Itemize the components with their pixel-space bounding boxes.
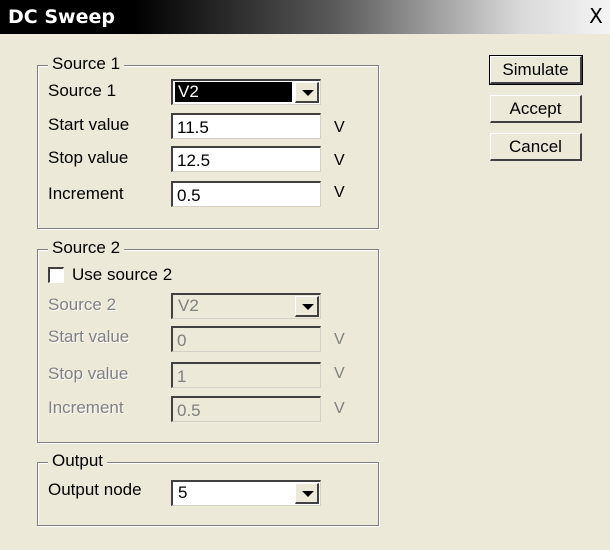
source2-stop-label: Stop value	[48, 364, 129, 383]
simulate-button[interactable]: Simulate	[489, 55, 583, 85]
output-node-value: 5	[178, 483, 188, 502]
source2-start-label: Start value	[48, 327, 130, 346]
output-group: Output Output node 5	[37, 451, 379, 526]
source1-increment-unit: V	[334, 184, 345, 201]
source2-increment-input[interactable]: 0.5	[171, 396, 321, 422]
source2-source-value: V2	[178, 296, 199, 315]
cancel-button[interactable]: Cancel	[490, 133, 582, 161]
source1-source-value: V2	[175, 82, 292, 102]
title-bar: DC Sweep X	[0, 0, 610, 34]
output-legend: Output	[48, 451, 108, 471]
source2-increment-unit: V	[334, 400, 345, 417]
use-source2-checkbox[interactable]	[48, 267, 64, 283]
chevron-down-icon[interactable]	[295, 82, 319, 103]
accept-button[interactable]: Accept	[490, 95, 582, 123]
output-node-label: Output node	[48, 480, 142, 499]
source1-increment-label: Increment	[48, 184, 124, 203]
source2-stop-unit: V	[334, 365, 345, 382]
source1-increment-input[interactable]: 0.5	[171, 181, 321, 207]
source1-group: Source 1 Source 1 V2 Start value 11.5 V …	[37, 54, 379, 229]
source1-legend: Source 1	[48, 54, 125, 74]
dialog-body: Source 1 Source 1 V2 Start value 11.5 V …	[0, 34, 610, 550]
source2-legend: Source 2	[48, 238, 125, 258]
source2-source-select[interactable]: V2	[171, 293, 321, 319]
source1-start-label: Start value	[48, 115, 130, 134]
chevron-down-icon[interactable]	[295, 296, 319, 317]
source2-source-label: Source 2	[48, 295, 117, 314]
window-title: DC Sweep	[8, 6, 115, 28]
source1-stop-unit: V	[334, 152, 345, 169]
use-source2-label[interactable]: Use source 2	[72, 265, 172, 285]
source2-stop-input[interactable]: 1	[171, 362, 321, 388]
source1-stop-label: Stop value	[48, 148, 129, 167]
source1-start-unit: V	[334, 119, 345, 136]
output-node-select[interactable]: 5	[171, 480, 321, 506]
source2-start-unit: V	[334, 331, 345, 348]
source2-group: Source 2 Use source 2 Source 2 V2 Start …	[37, 238, 379, 443]
source1-stop-input[interactable]: 12.5	[171, 146, 321, 172]
close-icon[interactable]: X	[585, 4, 607, 28]
source1-source-select[interactable]: V2	[171, 79, 321, 105]
source1-start-input[interactable]: 11.5	[171, 113, 321, 139]
source2-start-input[interactable]: 0	[171, 326, 321, 352]
source1-source-label: Source 1	[48, 81, 117, 100]
chevron-down-icon[interactable]	[295, 483, 319, 504]
source2-increment-label: Increment	[48, 398, 124, 417]
